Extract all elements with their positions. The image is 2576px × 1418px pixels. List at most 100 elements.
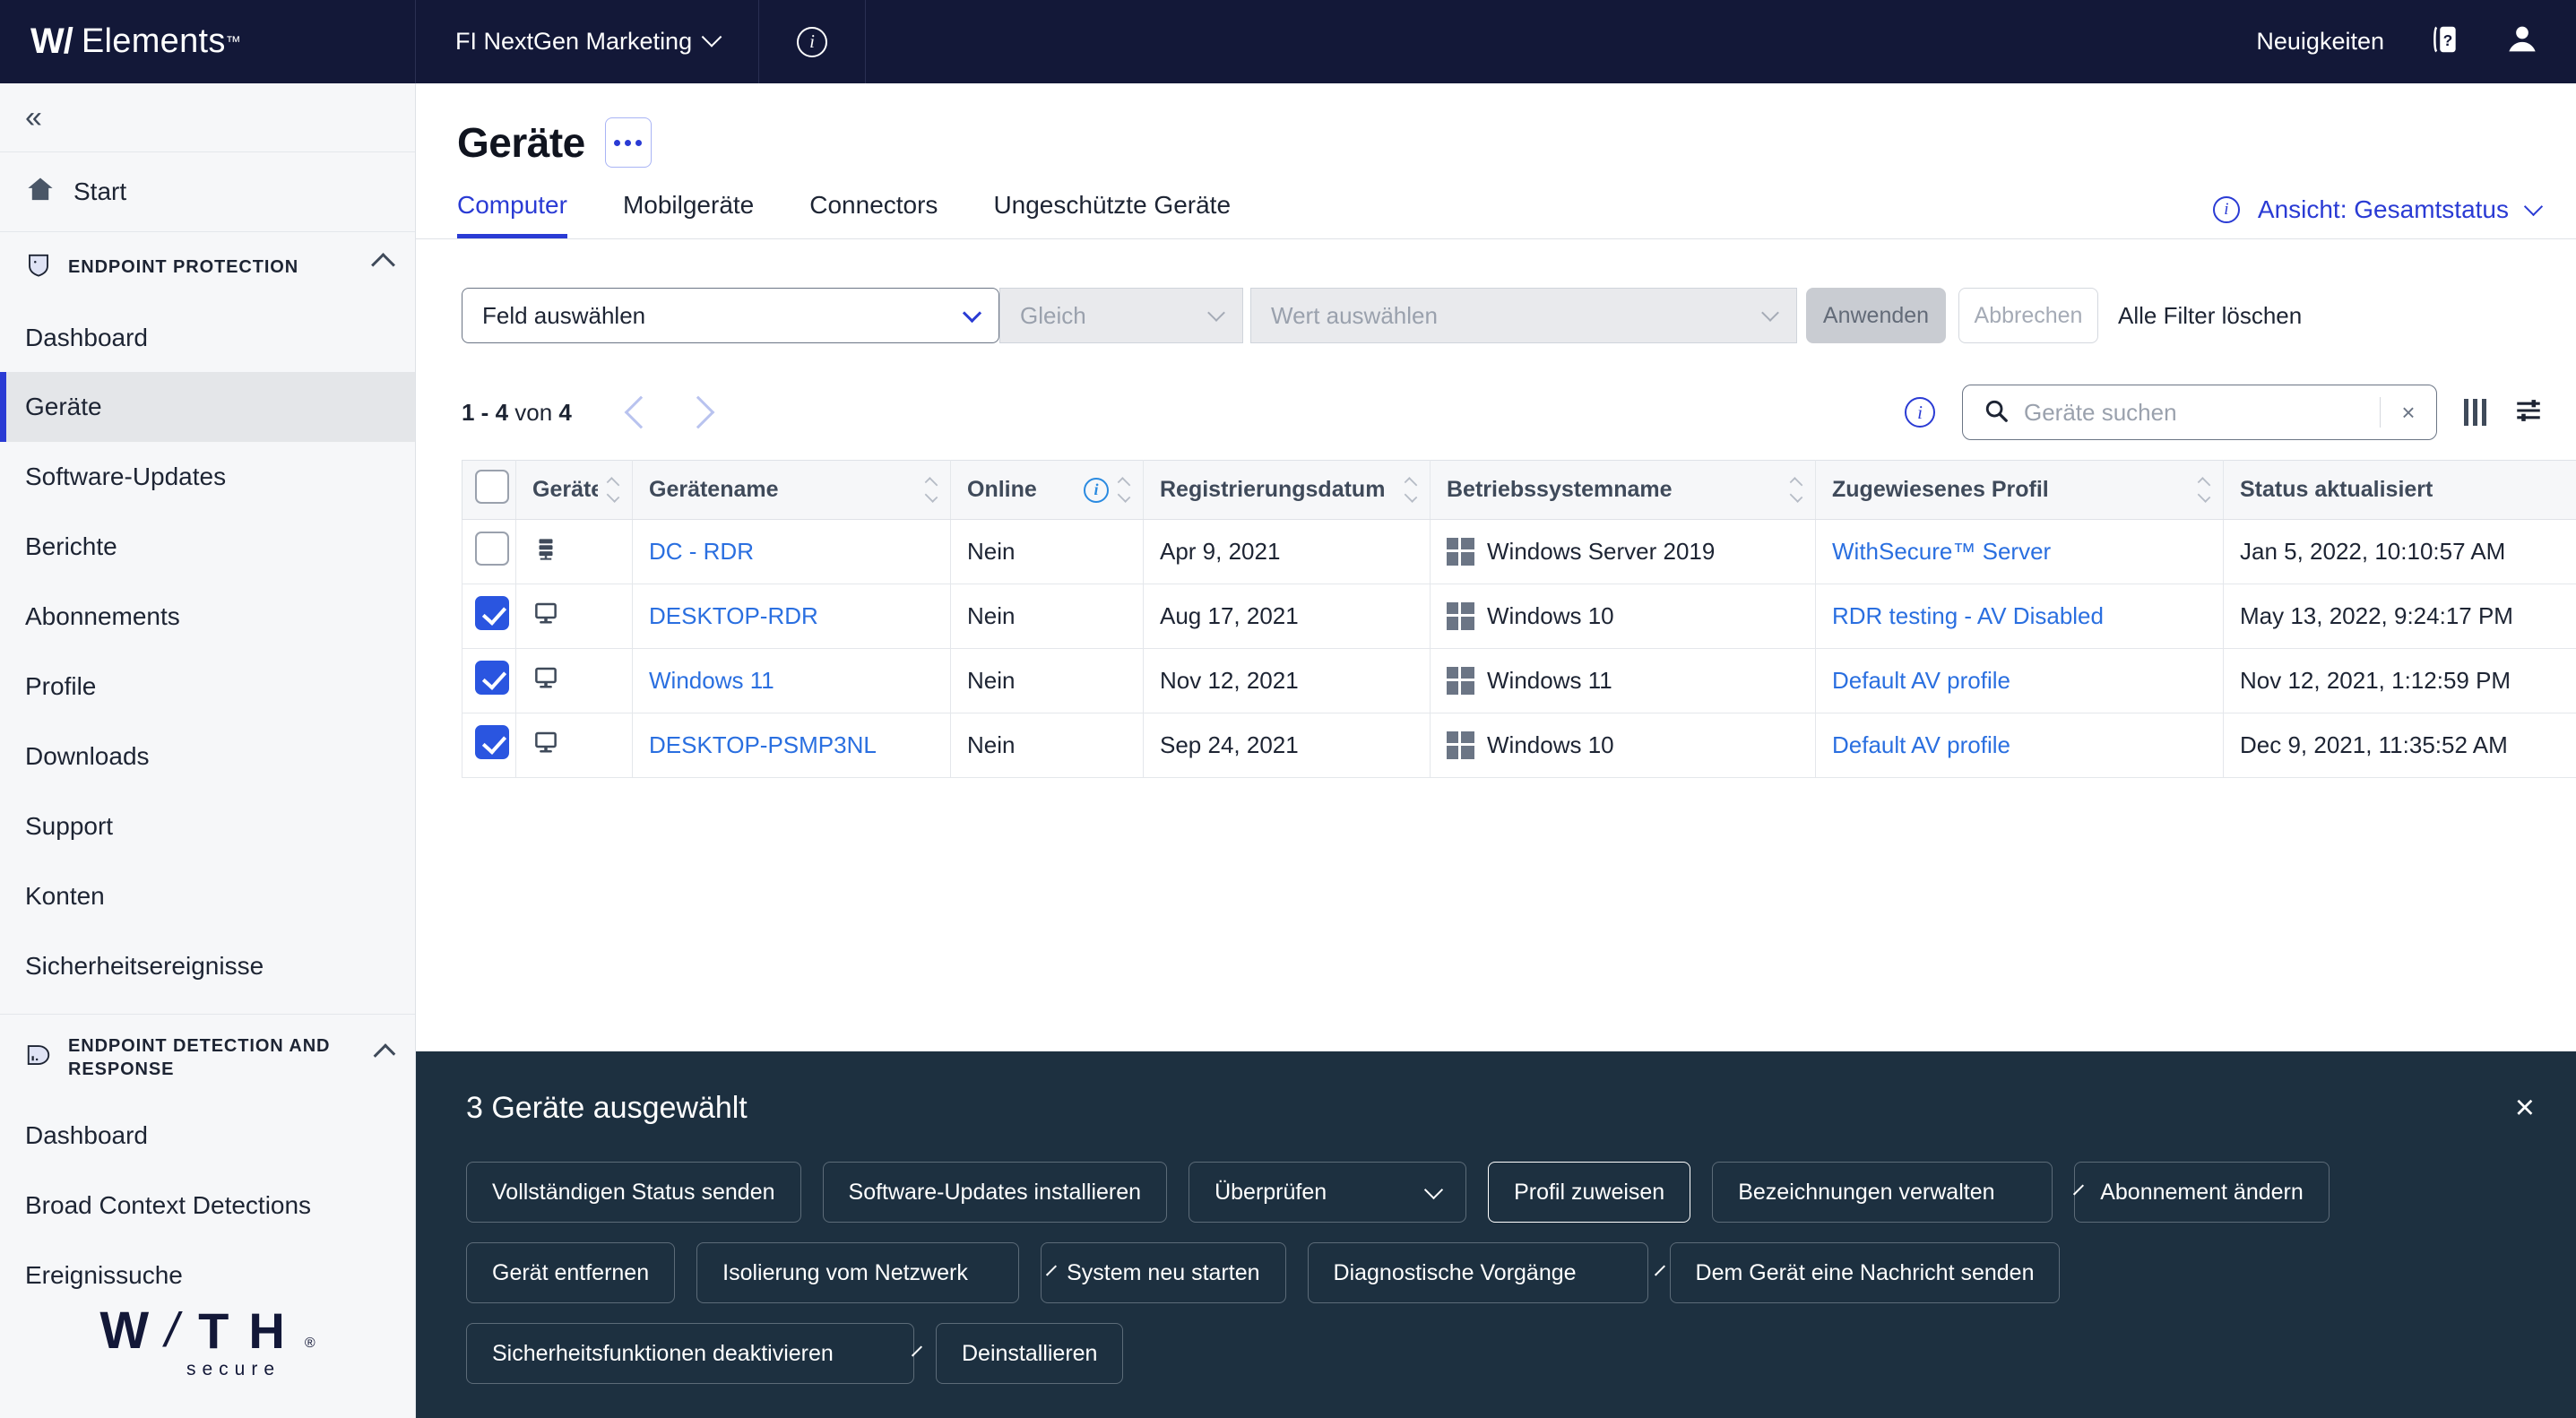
apply-filter-button[interactable]: Anwenden	[1806, 288, 1946, 343]
sort-icon[interactable]	[925, 480, 938, 500]
sidebar-item-abonnements[interactable]: Abonnements	[0, 582, 415, 652]
sidebar-section-edr[interactable]: ENDPOINT DETECTION AND RESPONSE	[0, 1015, 415, 1101]
install-software-updates-button[interactable]: Software-Updates installieren	[823, 1162, 1168, 1223]
assign-profile-button[interactable]: Profil zuweisen	[1488, 1162, 1690, 1223]
sidebar-item-dashboard[interactable]: Dashboard	[0, 303, 415, 373]
disable-security-features-button[interactable]: Sicherheitsfunktionen deaktivieren	[466, 1323, 914, 1384]
column-header-online[interactable]: Online i	[951, 461, 1144, 520]
device-name-link[interactable]: DESKTOP-RDR	[649, 602, 818, 629]
network-isolation-button[interactable]: Isolierung vom Netzwerk	[696, 1242, 1019, 1303]
sidebar-item-sicherheitsereignisse[interactable]: Sicherheitsereignisse	[0, 931, 415, 1001]
select-all-checkbox[interactable]	[475, 470, 509, 504]
sidebar-item-downloads[interactable]: Downloads	[0, 722, 415, 791]
send-full-status-button[interactable]: Vollständigen Status senden	[466, 1162, 801, 1223]
sidebar-item-edr-dashboard[interactable]: Dashboard	[0, 1101, 415, 1171]
sidebar-section-endpoint-protection[interactable]: ENDPOINT PROTECTION	[0, 232, 415, 303]
filter-operator-select[interactable]: Gleich	[999, 288, 1243, 343]
clear-search-icon[interactable]: ×	[2381, 399, 2436, 427]
user-account-icon[interactable]	[2504, 22, 2540, 62]
sort-icon[interactable]	[1790, 480, 1802, 500]
registration-date-cell: Sep 24, 2021	[1144, 713, 1431, 778]
cancel-filter-button[interactable]: Abbrechen	[1958, 288, 2098, 343]
assigned-profile-cell[interactable]: Default AV profile	[1816, 713, 2224, 778]
row-checkbox[interactable]	[475, 661, 509, 695]
clear-all-filters-link[interactable]: Alle Filter löschen	[2118, 302, 2302, 330]
more-options-button[interactable]	[605, 117, 652, 168]
assigned-profile-link[interactable]: Default AV profile	[1832, 731, 2010, 758]
send-message-to-device-button[interactable]: Dem Gerät eine Nachricht senden	[1670, 1242, 2061, 1303]
tab-mobilgeraete[interactable]: Mobilgeräte	[623, 191, 754, 238]
sidebar-item-geraete[interactable]: Geräte	[0, 372, 415, 442]
assigned-profile-cell[interactable]: WithSecure™ Server	[1816, 520, 2224, 584]
sidebar-item-berichte[interactable]: Berichte	[0, 512, 415, 582]
device-name-cell[interactable]: Windows 11	[633, 649, 951, 713]
column-header-status-aktualisiert[interactable]: Status aktualisiert	[2224, 461, 2576, 520]
column-header-geraetetyp[interactable]: Gerätetyp	[516, 461, 633, 520]
organization-info-button[interactable]: i	[759, 0, 866, 83]
table-row[interactable]: Windows 11 Nein Nov 12, 2021 Windows 11 …	[462, 649, 2576, 713]
row-checkbox[interactable]	[475, 725, 509, 759]
sort-icon[interactable]	[1118, 480, 1130, 500]
sidebar-item-ereignissuche[interactable]: Ereignissuche	[0, 1241, 415, 1310]
tab-connectors[interactable]: Connectors	[809, 191, 938, 238]
diagnostic-operations-button[interactable]: Diagnostische Vorgänge	[1308, 1242, 1648, 1303]
brand-logo[interactable]: W/ Elements ™	[0, 0, 416, 83]
device-name-link[interactable]: DC - RDR	[649, 538, 754, 565]
table-info-icon[interactable]: i	[1905, 397, 1935, 428]
sidebar-item-broad-context-detections[interactable]: Broad Context Detections	[0, 1171, 415, 1241]
table-row[interactable]: DESKTOP-RDR Nein Aug 17, 2021 Windows 10…	[462, 584, 2576, 649]
assigned-profile-link[interactable]: WithSecure™ Server	[1832, 538, 2051, 565]
device-name-cell[interactable]: DESKTOP-RDR	[633, 584, 951, 649]
next-page-button[interactable]	[682, 396, 715, 429]
device-name-link[interactable]: DESKTOP-PSMP3NL	[649, 731, 877, 758]
manage-labels-button[interactable]: Bezeichnungen verwalten	[1712, 1162, 2053, 1223]
assigned-profile-link[interactable]: RDR testing - AV Disabled	[1832, 602, 2104, 629]
restart-system-button[interactable]: System neu starten	[1041, 1242, 1285, 1303]
column-header-betriebssystemname[interactable]: Betriebssystemname	[1431, 461, 1816, 520]
remove-device-button[interactable]: Gerät entfernen	[466, 1242, 675, 1303]
row-select-cell	[462, 520, 516, 584]
scan-button[interactable]: Überprüfen	[1189, 1162, 1466, 1223]
column-header-registrierungsdatum[interactable]: Registrierungsdatum	[1144, 461, 1431, 520]
column-header-geraetename[interactable]: Gerätename	[633, 461, 951, 520]
change-subscription-button[interactable]: Abonnement ändern	[2074, 1162, 2330, 1223]
sidebar-item-start[interactable]: Start	[0, 152, 415, 232]
online-info-icon[interactable]: i	[1084, 478, 1109, 503]
logo-registered-mark: ®	[305, 1336, 316, 1352]
organization-selector[interactable]: FI NextGen Marketing	[416, 0, 759, 83]
row-checkbox[interactable]	[475, 596, 509, 630]
tab-computer[interactable]: Computer	[457, 191, 567, 238]
uninstall-button[interactable]: Deinstallieren	[936, 1323, 1123, 1384]
assigned-profile-link[interactable]: Default AV profile	[1832, 667, 2010, 694]
column-header-zugewiesenes-profil[interactable]: Zugewiesenes Profil	[1816, 461, 2224, 520]
assigned-profile-cell[interactable]: Default AV profile	[1816, 649, 2224, 713]
table-settings-icon[interactable]	[2513, 395, 2544, 430]
previous-page-button[interactable]	[625, 396, 658, 429]
sort-icon[interactable]	[1405, 480, 1417, 500]
sort-icon[interactable]	[2198, 480, 2210, 500]
news-link[interactable]: Neuigkeiten	[2256, 28, 2384, 56]
device-name-cell[interactable]: DESKTOP-PSMP3NL	[633, 713, 951, 778]
sidebar-item-software-updates[interactable]: Software-Updates	[0, 442, 415, 512]
search-input[interactable]	[2024, 399, 2380, 427]
sidebar-collapse-button[interactable]: «	[0, 83, 415, 152]
column-header-label: Zugewiesenes Profil	[1832, 477, 2189, 503]
filter-value-select[interactable]: Wert auswählen	[1250, 288, 1797, 343]
view-selector[interactable]: i Ansicht: Gesamtstatus	[2213, 195, 2576, 238]
sidebar-item-profile[interactable]: Profile	[0, 652, 415, 722]
tab-ungeschuetzte-geraete[interactable]: Ungeschützte Geräte	[993, 191, 1231, 238]
row-checkbox[interactable]	[475, 532, 509, 566]
sidebar-item-konten[interactable]: Konten	[0, 861, 415, 931]
search-box[interactable]: ×	[1962, 385, 2437, 440]
help-icon[interactable]: ?	[2427, 22, 2461, 61]
sidebar-item-support[interactable]: Support	[0, 791, 415, 861]
sort-icon[interactable]	[607, 480, 619, 500]
device-name-cell[interactable]: DC - RDR	[633, 520, 951, 584]
close-icon[interactable]: ×	[2515, 1091, 2535, 1125]
assigned-profile-cell[interactable]: RDR testing - AV Disabled	[1816, 584, 2224, 649]
device-name-link[interactable]: Windows 11	[649, 667, 774, 694]
columns-icon[interactable]	[2464, 399, 2486, 426]
filter-field-select[interactable]: Feld auswählen	[462, 288, 999, 343]
table-row[interactable]: DC - RDR Nein Apr 9, 2021 Windows Server…	[462, 520, 2576, 584]
table-row[interactable]: DESKTOP-PSMP3NL Nein Sep 24, 2021 Window…	[462, 713, 2576, 778]
